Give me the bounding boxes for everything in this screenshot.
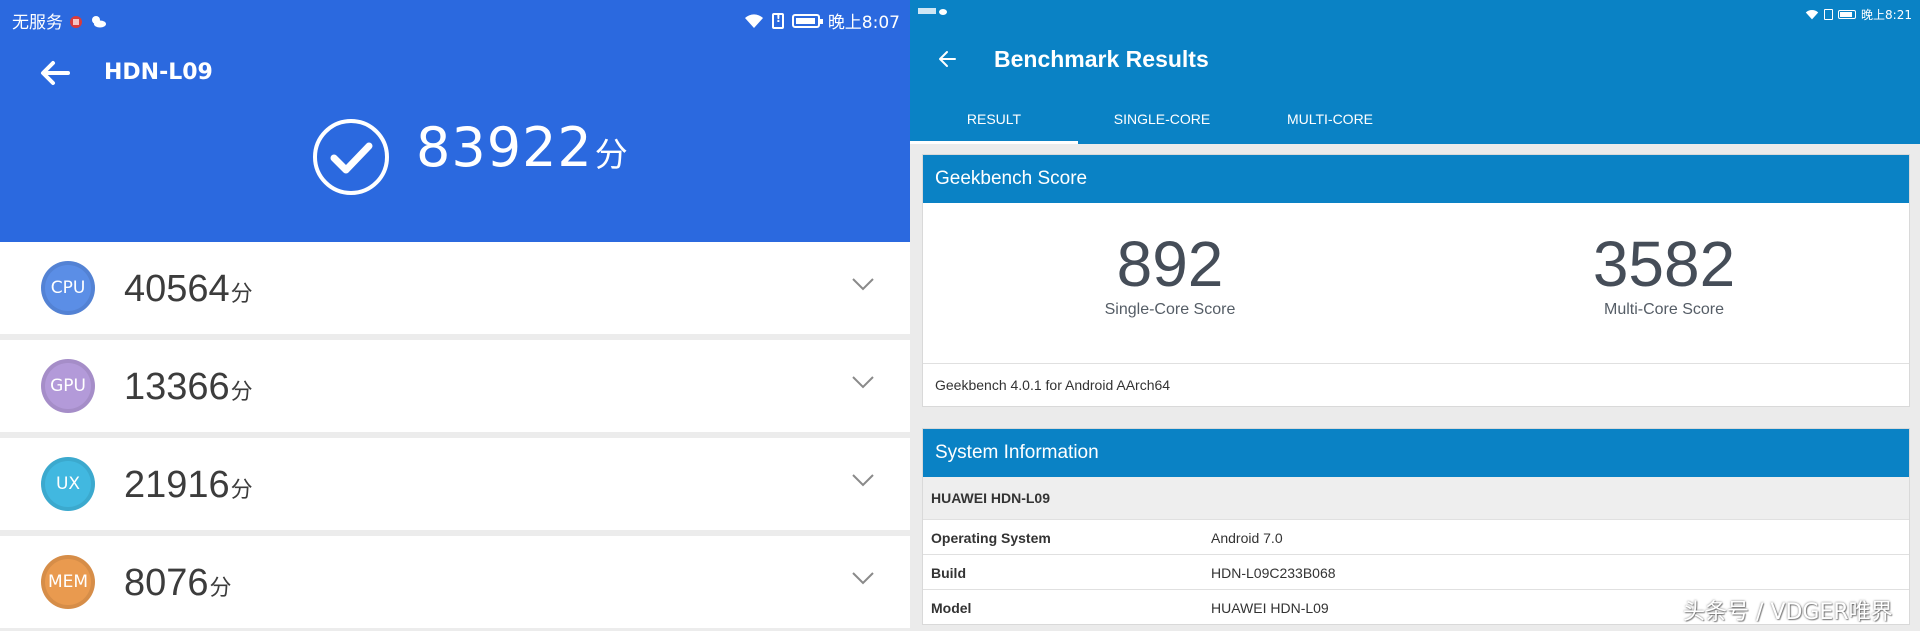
multi-core-label: Multi-Core Score — [1603, 301, 1725, 318]
app-notification-icon — [70, 15, 82, 28]
carrier-text: 无服务 — [12, 13, 63, 33]
ux-badge: UX — [41, 457, 95, 511]
page-title: Benchmark Results — [994, 46, 1209, 72]
card-heading: System Information — [923, 429, 1909, 477]
score-unit: 分 — [230, 477, 253, 502]
single-core-label: Single-Core Score — [1104, 301, 1236, 318]
device-name: HUAWEI HDN-L09 — [923, 477, 1909, 519]
back-arrow-icon[interactable] — [937, 50, 957, 68]
battery-icon — [1838, 10, 1857, 19]
multi-core-block: 3582 Multi-Core Score — [1417, 229, 1911, 319]
total-score-value: 83922 — [416, 116, 593, 179]
single-core-block: 892 Single-Core Score — [923, 229, 1417, 319]
status-bar: 无服务 晚上8:07 — [0, 0, 910, 38]
weather-icon — [92, 15, 106, 27]
score-row-ux[interactable]: UX 21916分 — [0, 438, 910, 530]
chevron-down-icon[interactable] — [851, 472, 875, 488]
total-score: 83922分 — [416, 116, 629, 179]
version-text: Geekbench 4.0.1 for Android AArch64 — [923, 363, 1909, 406]
info-value: HUAWEI HDN-L09 — [1211, 600, 1329, 616]
info-key: Operating System — [931, 530, 1051, 546]
gpu-score: 13366分 — [124, 366, 253, 409]
total-score-unit: 分 — [594, 135, 629, 174]
scores-area: 892 Single-Core Score 3582 Multi-Core Sc… — [923, 203, 1909, 363]
no-sim-icon — [771, 12, 784, 29]
multi-core-score: 3582 — [1592, 228, 1736, 300]
status-time: 晚上8:07 — [827, 13, 900, 33]
cpu-score: 40564分 — [124, 268, 253, 311]
geekbench-screen: 晚上8:21 Benchmark Results RESULT SINGLE-C… — [910, 0, 1920, 631]
info-value: HDN-L09C233B068 — [1211, 565, 1336, 581]
status-time: 晚上8:21 — [1861, 8, 1912, 22]
ux-score: 21916分 — [124, 464, 253, 507]
cpu-badge: CPU — [41, 261, 95, 315]
tab-result[interactable]: RESULT — [910, 100, 1078, 144]
cpu-score-value: 40564 — [124, 268, 230, 310]
status-bar: 晚上8:21 — [910, 0, 1920, 26]
score-unit: 分 — [209, 575, 232, 600]
chevron-down-icon[interactable] — [851, 374, 875, 390]
device-title: HDN-L09 — [104, 60, 213, 85]
tab-single-core[interactable]: SINGLE-CORE — [1078, 100, 1246, 144]
score-unit: 分 — [230, 379, 253, 404]
no-sim-icon — [1824, 9, 1834, 20]
chevron-down-icon[interactable] — [851, 570, 875, 586]
watermark: 头条号 / VDGER唯界 — [1683, 600, 1893, 625]
card-heading: Geekbench Score — [923, 155, 1909, 203]
mem-score-value: 8076 — [124, 562, 209, 604]
ux-score-value: 21916 — [124, 464, 230, 506]
single-core-score: 892 — [1116, 228, 1224, 300]
mem-badge: MEM — [41, 555, 95, 609]
antutu-screen: 无服务 晚上8:07 HDN-L09 83922分 CPU 40564分 GPU… — [0, 0, 910, 631]
info-row-build: Build HDN-L09C233B068 — [923, 554, 1909, 589]
gpu-badge: GPU — [41, 359, 95, 413]
info-key: Model — [931, 600, 972, 616]
info-value: Android 7.0 — [1211, 530, 1283, 546]
wifi-icon — [1805, 9, 1819, 20]
geekbench-score-card: Geekbench Score 892 Single-Core Score 35… — [922, 154, 1910, 407]
back-arrow-icon[interactable] — [38, 58, 72, 88]
score-row-mem[interactable]: MEM 8076分 — [0, 536, 910, 628]
tab-multi-core[interactable]: MULTI-CORE — [1246, 100, 1414, 144]
battery-icon — [791, 13, 823, 28]
geekbench-appbar: 晚上8:21 Benchmark Results RESULT SINGLE-C… — [910, 0, 1920, 144]
score-row-gpu[interactable]: GPU 13366分 — [0, 340, 910, 432]
tab-bar: RESULT SINGLE-CORE MULTI-CORE — [910, 100, 1414, 144]
chevron-down-icon[interactable] — [851, 276, 875, 292]
antutu-header: 无服务 晚上8:07 HDN-L09 83922分 — [0, 0, 910, 242]
info-key: Build — [931, 565, 966, 581]
score-unit: 分 — [230, 281, 253, 306]
notification-icons — [918, 8, 947, 15]
gpu-score-value: 13366 — [124, 366, 230, 408]
mem-score: 8076分 — [124, 562, 232, 605]
info-row-os: Operating System Android 7.0 — [923, 519, 1909, 554]
score-row-cpu[interactable]: CPU 40564分 — [0, 242, 910, 334]
wifi-icon — [744, 13, 763, 28]
check-circle-icon — [313, 119, 389, 195]
